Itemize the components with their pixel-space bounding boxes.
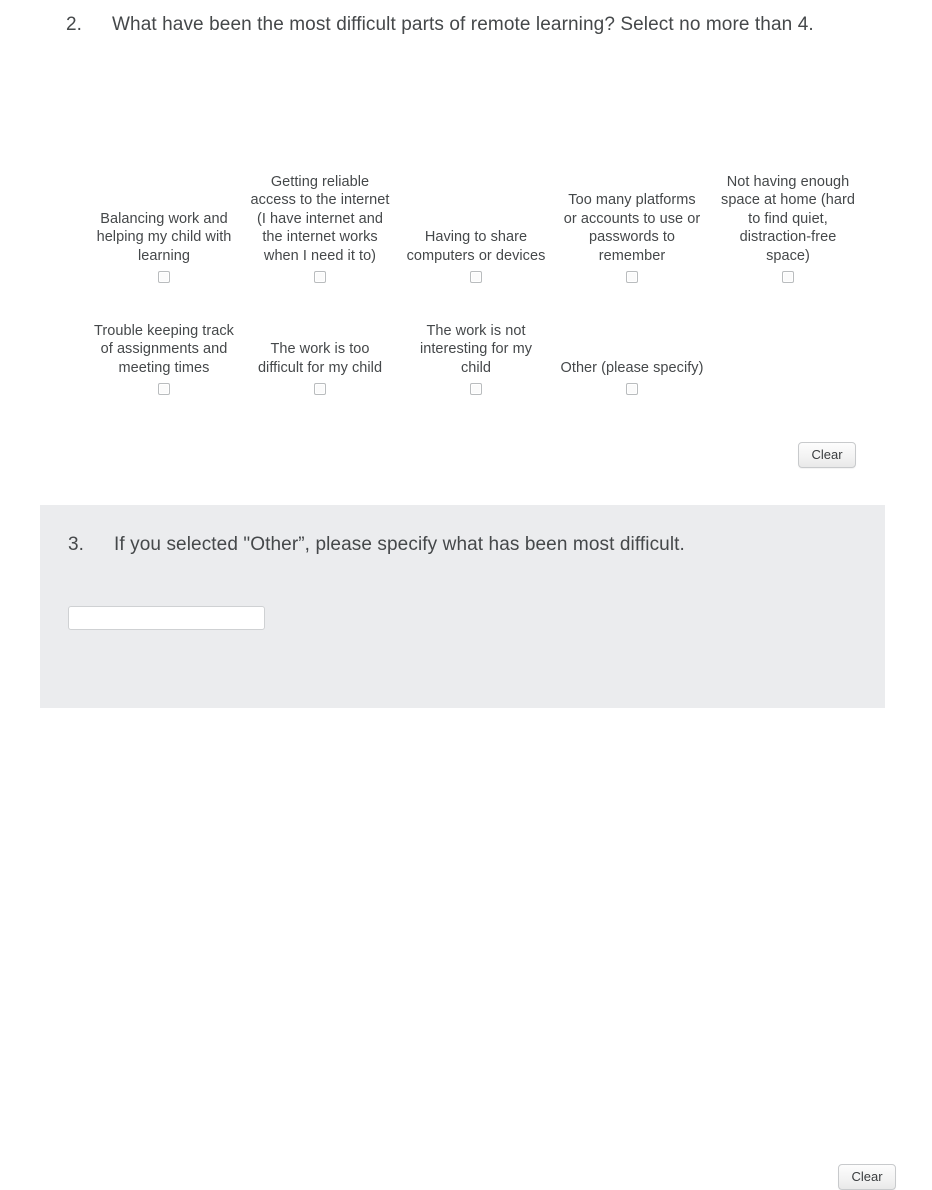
option-not-enough-space[interactable]: Not having enough space at home (hard to… <box>710 173 866 283</box>
question-3-heading: 3. If you selected "Other”, please speci… <box>68 531 858 558</box>
options-row-2: Trouble keeping track of assignments and… <box>86 300 866 395</box>
checkbox-too-many-platforms[interactable] <box>626 271 638 283</box>
option-other-please-specify[interactable]: Other (please specify) <box>554 359 710 395</box>
question-2-number: 2. <box>66 14 82 35</box>
clear-button-question-3[interactable]: Clear <box>838 1164 896 1190</box>
option-label: Not having enough space at home (hard to… <box>721 173 855 264</box>
option-too-many-platforms[interactable]: Too many platforms or accounts to use or… <box>554 191 710 283</box>
question-2-options-grid: Balancing work and helping my child with… <box>86 108 866 395</box>
checkbox-share-devices[interactable] <box>470 271 482 283</box>
option-label: Other (please specify) <box>560 359 704 376</box>
option-work-too-difficult[interactable]: The work is too difficult for my child <box>242 340 398 395</box>
option-label: Having to share computers or devices <box>406 229 546 264</box>
checkbox-trouble-keeping-track[interactable] <box>158 383 170 395</box>
question-2-text: What have been the most difficult parts … <box>112 14 814 35</box>
option-label: Too many platforms or accounts to use or… <box>563 192 701 264</box>
option-label: The work is too difficult for my child <box>257 341 383 376</box>
checkbox-other-please-specify[interactable] <box>626 383 638 395</box>
question-3-text: If you selected "Other”, please specify … <box>114 534 685 555</box>
checkbox-reliable-internet[interactable] <box>314 271 326 283</box>
question-3-number: 3. <box>68 534 84 555</box>
options-row-1: Balancing work and helping my child with… <box>86 108 866 283</box>
option-share-devices[interactable]: Having to share computers or devices <box>398 228 554 283</box>
checkbox-work-too-difficult[interactable] <box>314 383 326 395</box>
checkbox-not-enough-space[interactable] <box>782 271 794 283</box>
checkbox-work-not-interesting[interactable] <box>470 383 482 395</box>
other-specify-input[interactable] <box>68 606 265 630</box>
option-label: Balancing work and helping my child with… <box>96 210 232 264</box>
option-reliable-internet[interactable]: Getting reliable access to the internet … <box>242 173 398 283</box>
option-work-not-interesting[interactable]: The work is not interesting for my child <box>398 322 554 395</box>
question-2-section: 2. What have been the most difficult par… <box>0 0 932 498</box>
question-2-heading: 2. What have been the most difficult par… <box>66 11 866 38</box>
option-label: Getting reliable access to the internet … <box>250 173 390 264</box>
option-label: Trouble keeping track of assignments and… <box>94 322 234 376</box>
option-balancing-work[interactable]: Balancing work and helping my child with… <box>86 210 242 283</box>
question-3-section: 3. If you selected "Other”, please speci… <box>40 505 896 1190</box>
option-label: The work is not interesting for my child <box>419 322 533 376</box>
option-trouble-keeping-track[interactable]: Trouble keeping track of assignments and… <box>86 322 242 395</box>
checkbox-balancing-work[interactable] <box>158 271 170 283</box>
clear-button-question-2[interactable]: Clear <box>798 442 856 468</box>
